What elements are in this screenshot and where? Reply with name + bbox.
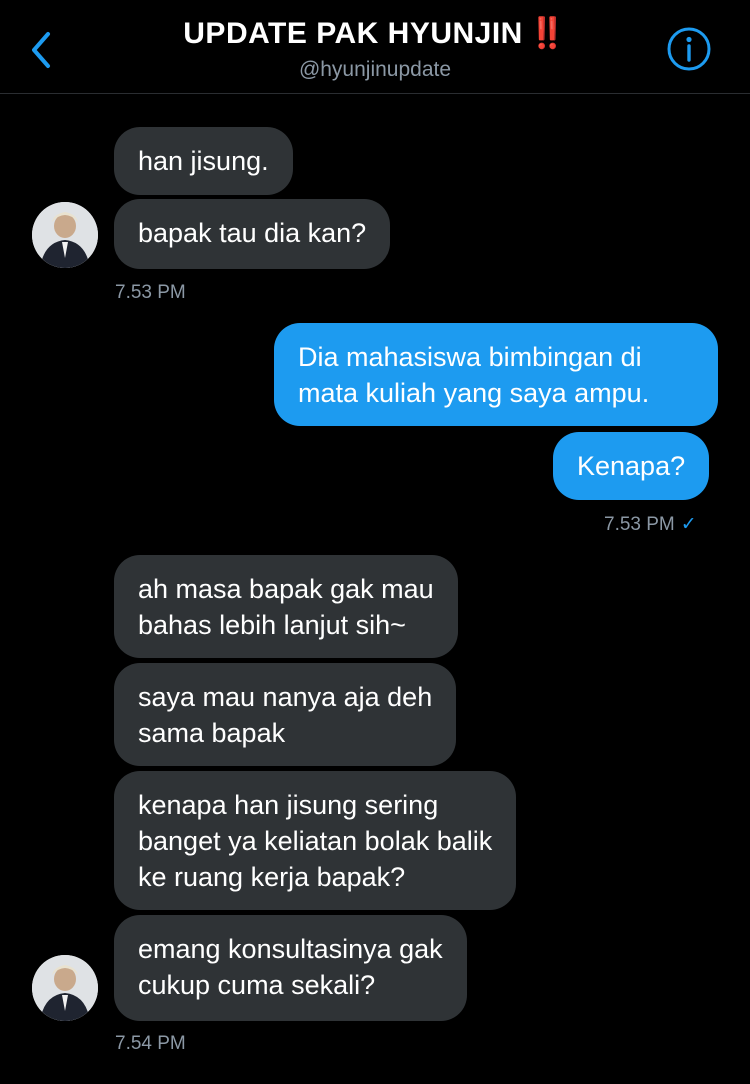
received-message[interactable]: emang konsultasinya gak cukup cuma sekal… — [114, 915, 467, 1021]
conversation-title-text: UPDATE PAK HYUNJIN — [183, 17, 523, 50]
conversation-handle: @hyunjinupdate — [298, 58, 452, 81]
sent-message[interactable]: Dia mahasiswa bimbingan di mata kuliah y… — [274, 323, 718, 426]
profile-photo — [32, 955, 98, 1021]
timestamp-text: 7.53 PM — [604, 514, 675, 535]
info-icon — [667, 27, 711, 71]
info-button[interactable] — [666, 26, 712, 72]
received-message[interactable]: han jisung. — [114, 127, 293, 195]
avatar[interactable] — [32, 955, 98, 1021]
checkmark-icon: ✓ — [680, 514, 697, 535]
received-message[interactable]: bapak tau dia kan? — [114, 199, 391, 269]
received-message[interactable]: ah masa bapak gak mau bahas lebih lanjut… — [114, 555, 458, 658]
received-message[interactable]: saya mau nanya aja deh sama bapak — [114, 663, 457, 766]
message-timestamp: 7.53 PM ✓ — [604, 513, 697, 536]
double-exclamation-emoji: ‼️ — [528, 17, 567, 50]
message-timestamp: 7.54 PM — [115, 1033, 186, 1054]
sent-message[interactable]: Kenapa? — [553, 432, 710, 500]
profile-photo — [32, 202, 98, 268]
conversation-header: UPDATE PAK HYUNJIN ‼️ @hyunjinupdate — [0, 0, 750, 94]
avatar[interactable] — [32, 202, 98, 268]
received-message[interactable]: kenapa han jisung sering banget ya kelia… — [114, 771, 517, 910]
conversation-title[interactable]: UPDATE PAK HYUNJIN ‼️ — [0, 16, 750, 51]
message-timestamp: 7.53 PM — [115, 282, 186, 303]
